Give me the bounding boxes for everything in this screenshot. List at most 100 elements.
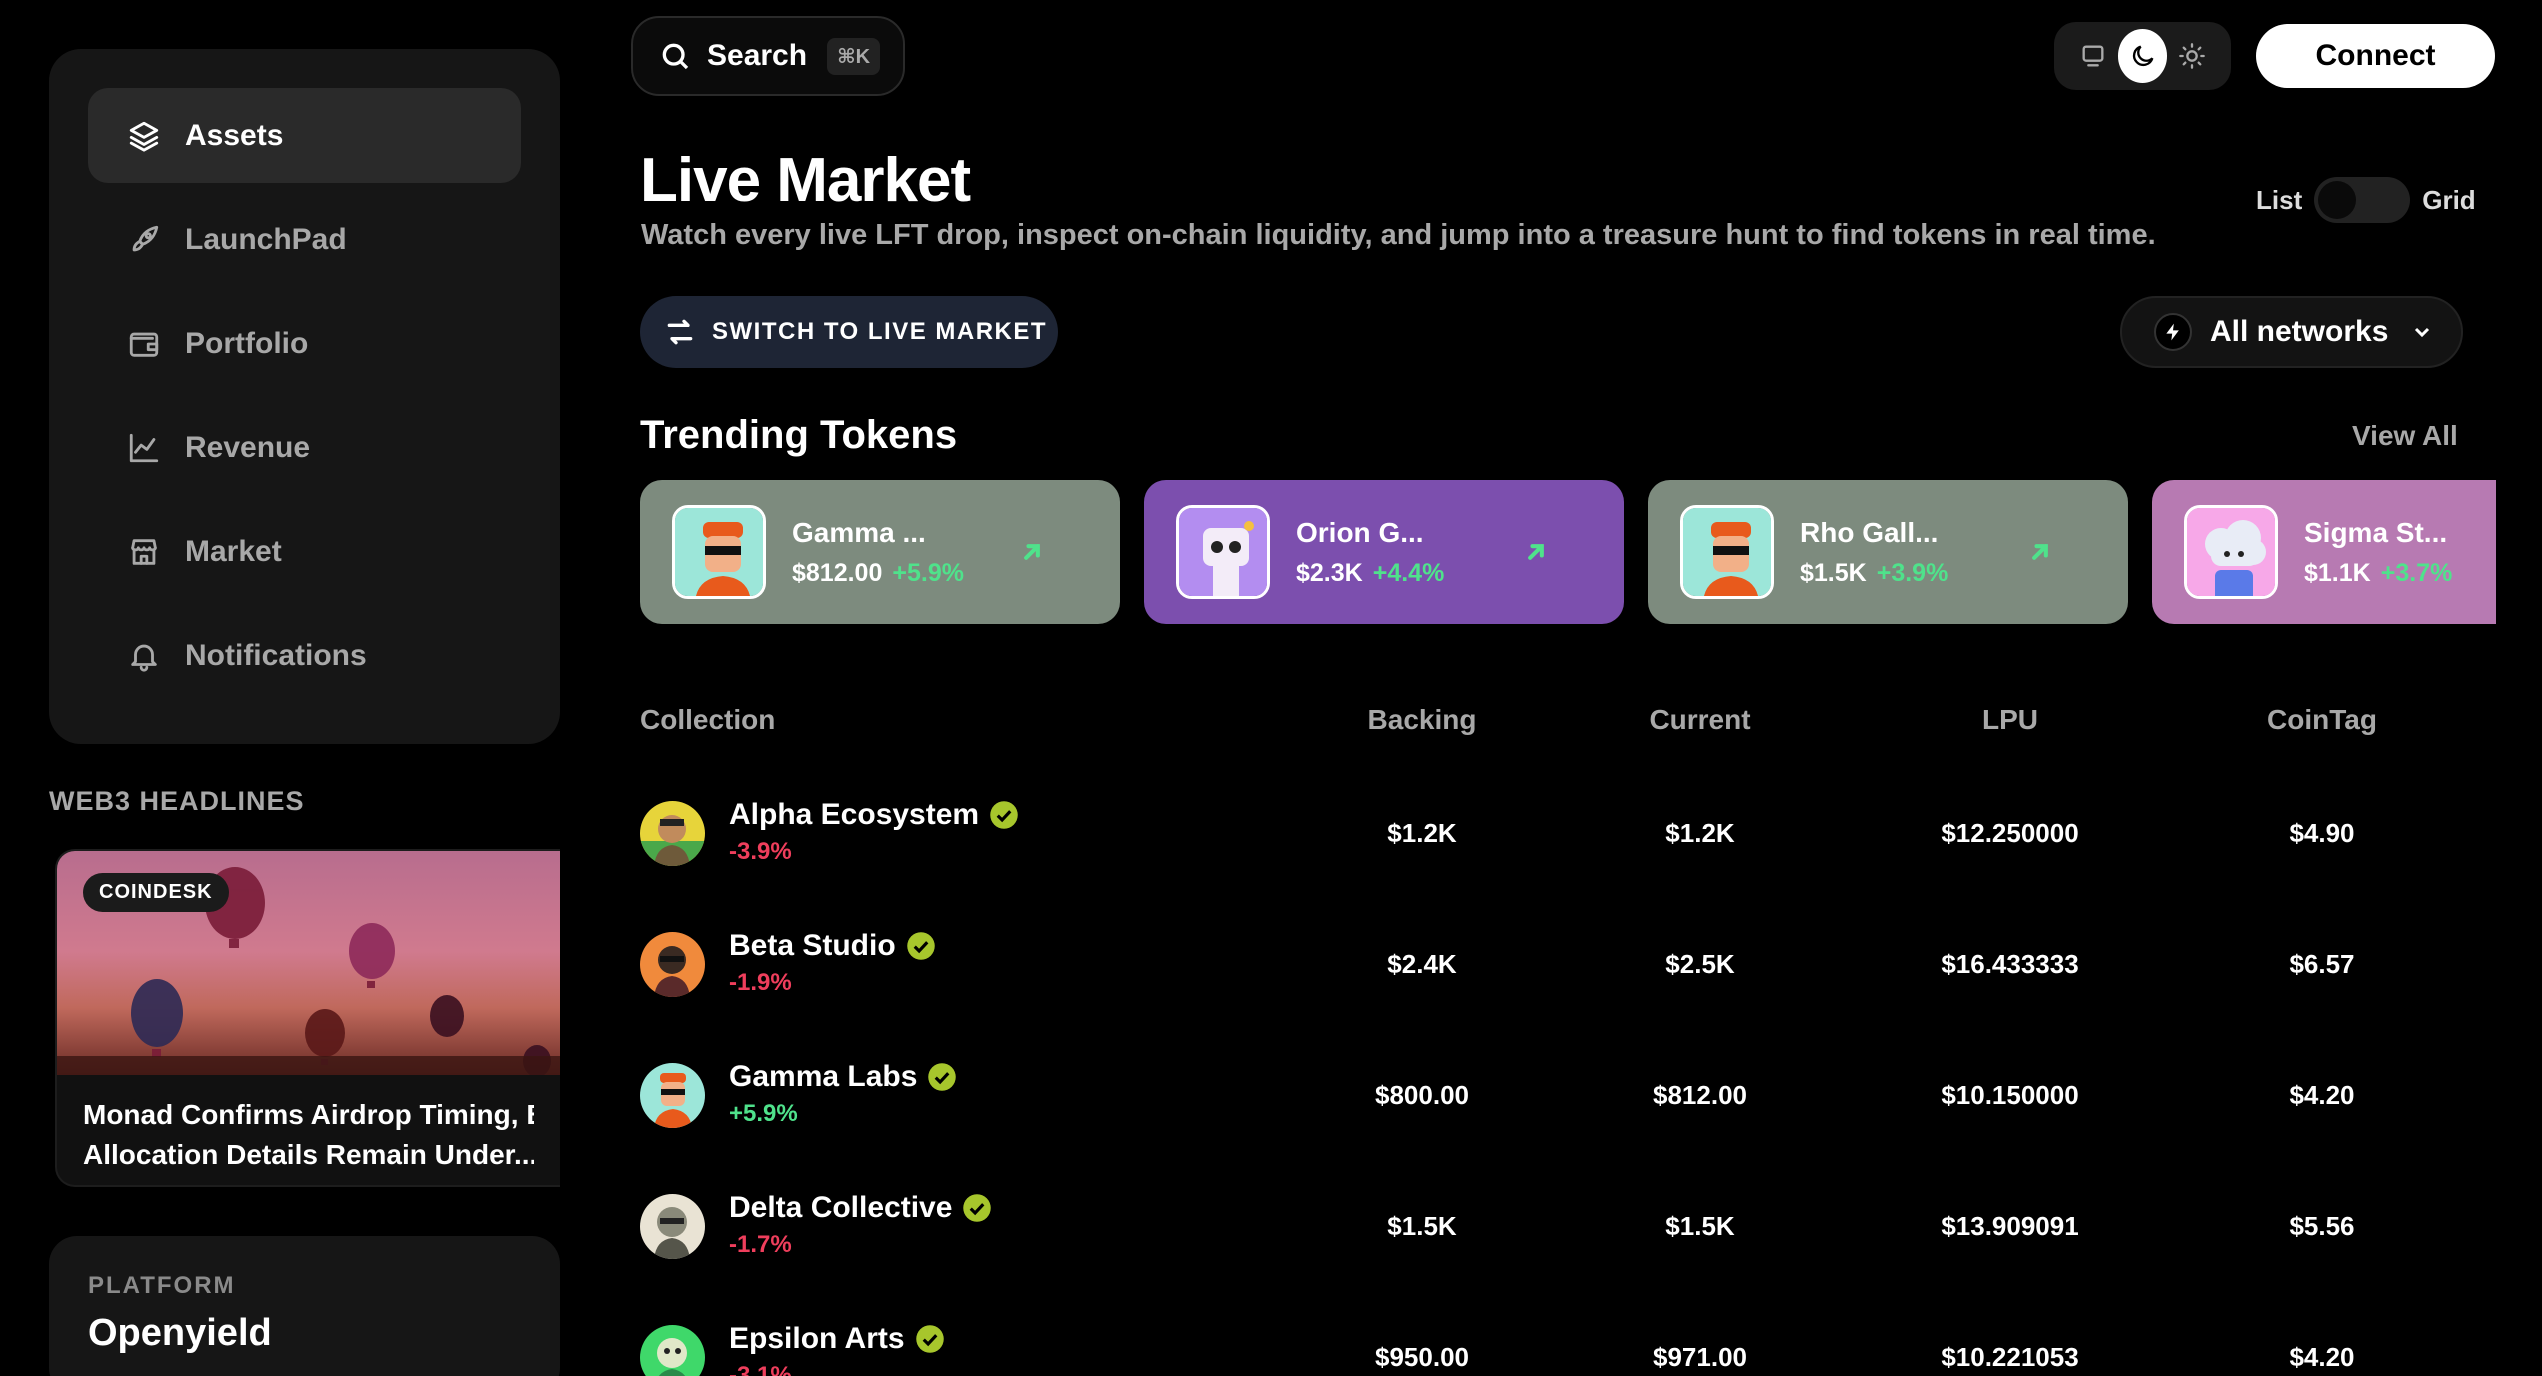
sidebar-item-revenue[interactable]: Revenue [88, 400, 521, 495]
backing-value: $1.5K [1387, 1211, 1457, 1241]
token-price: $812.00 [792, 558, 883, 587]
news-image: COINDESK [57, 851, 560, 1075]
table-row[interactable]: Beta Studio -1.9% $2.4K $2.5K $16.433333… [640, 899, 2496, 1030]
verified-icon [906, 932, 935, 960]
switch-live-market-button[interactable]: SWITCH TO LIVE MARKET [640, 296, 1058, 368]
token-change: +5.9% [892, 558, 964, 587]
lpu-value: $10.150000 [1941, 1080, 2079, 1110]
sidebar-nav: Assets LaunchPad Portfolio Revenue Marke… [49, 49, 560, 744]
token-price: $1.5K [1800, 558, 1867, 587]
sidebar-item-label: Portfolio [185, 326, 309, 360]
news-title-line: Monad Confirms Airdrop Timing, But [83, 1099, 534, 1130]
backing-value: $2.4K [1387, 949, 1457, 979]
table-row[interactable]: Epsilon Arts -3.1% $950.00 $971.00 $10.2… [640, 1292, 2496, 1376]
sidebar-item-label: Notifications [185, 638, 367, 672]
cointag-value: $6.57 [2289, 949, 2355, 979]
news-source-badge: COINDESK [83, 873, 229, 912]
trending-card[interactable]: Orion G... $2.3K +4.4% [1144, 480, 1624, 624]
view-all-link[interactable]: View All [2352, 420, 2458, 452]
lpu-value: $13.909091 [1941, 1211, 2079, 1241]
backing-value: $1.2K [1387, 818, 1457, 848]
token-avatar [672, 505, 766, 599]
token-name: Gamma ... [792, 516, 926, 548]
sidebar-item-market[interactable]: Market [88, 504, 521, 599]
collection-name: Alpha Ecosystem [729, 798, 980, 831]
column-header-cointag[interactable]: CoinTag [2202, 704, 2442, 736]
table-row[interactable]: Gamma Labs +5.9% $800.00 $812.00 $10.150… [640, 1030, 2496, 1161]
cointag-value: $4.90 [2289, 818, 2355, 848]
rocket-icon [127, 223, 161, 257]
search-button[interactable]: Search ⌘K [631, 16, 905, 96]
sun-icon [2179, 43, 2206, 69]
theme-system-button[interactable] [2068, 29, 2118, 83]
collection-change: -1.7% [729, 1231, 792, 1258]
sidebar-item-label: LaunchPad [185, 222, 347, 256]
news-title[interactable]: Monad Confirms Airdrop Timing, But Alloc… [57, 1075, 560, 1185]
token-change: +3.7% [2380, 558, 2453, 587]
platform-card: PLATFORM Openyield [49, 1236, 560, 1376]
news-card[interactable]: COINDESK Monad Confirms Airdrop Timing, … [55, 849, 560, 1187]
theme-dark-button[interactable] [2117, 29, 2168, 83]
theme-toggle [2054, 22, 2231, 90]
current-value: $971.00 [1653, 1342, 1747, 1372]
sidebar-item-label: Assets [185, 118, 284, 152]
view-switch[interactable] [2314, 177, 2411, 223]
sidebar-item-launchpad[interactable]: LaunchPad [88, 192, 521, 287]
collection-avatar [640, 1325, 705, 1376]
network-select[interactable]: All networks [2120, 296, 2463, 368]
page-title: Live Market [640, 146, 971, 215]
column-header-lpu[interactable]: LPU [1890, 704, 2130, 736]
verified-icon [990, 801, 1018, 829]
sidebar-item-portfolio[interactable]: Portfolio [88, 296, 521, 391]
view-toggle: List Grid [2256, 177, 2476, 223]
collection-avatar [640, 1063, 705, 1128]
chart-line-icon [127, 431, 161, 465]
monitor-icon [2082, 45, 2104, 67]
token-avatar [1680, 505, 1774, 599]
theme-light-button[interactable] [2167, 29, 2217, 83]
table-row[interactable]: Delta Collective -1.7% $1.5K $1.5K $13.9… [640, 1161, 2496, 1292]
token-avatar [2184, 505, 2278, 599]
cointag-value: $4.20 [2289, 1342, 2355, 1372]
collection-avatar [640, 801, 705, 866]
sidebar-item-label: Revenue [185, 430, 311, 464]
trending-card[interactable]: Gamma ... $812.00 +5.9% [640, 480, 1120, 624]
view-grid-label: Grid [2422, 184, 2476, 215]
column-header-backing[interactable]: Backing [1302, 704, 1542, 736]
connect-button[interactable]: Connect [2256, 24, 2495, 88]
view-list-label: List [2256, 184, 2303, 215]
arrow-up-right-icon [1528, 544, 1544, 560]
token-name: Sigma St... [2304, 516, 2448, 548]
collection-change: +5.9% [729, 1100, 798, 1127]
token-price: $2.3K [1296, 558, 1363, 587]
token-name: Orion G... [1296, 516, 1424, 548]
sidebar-item-assets[interactable]: Assets [88, 88, 521, 183]
collection-change: -3.9% [729, 838, 792, 865]
store-icon [127, 535, 161, 569]
collection-name: Beta Studio [729, 929, 896, 962]
column-header-collection[interactable]: Collection [640, 704, 775, 736]
trending-card[interactable]: Sigma St... $1.1K +3.7% [2152, 480, 2496, 624]
arrow-up-right-icon [1024, 544, 1040, 560]
platform-name: Openyield [88, 1312, 272, 1354]
collection-avatar [640, 932, 705, 997]
token-name: Rho Gall... [1800, 516, 1939, 548]
layers-icon [127, 119, 161, 153]
bell-icon [127, 639, 161, 673]
token-change: +4.4% [1372, 558, 1445, 587]
collection-name: Epsilon Arts [729, 1322, 905, 1355]
verified-icon [915, 1325, 944, 1353]
table-row[interactable]: Alpha Ecosystem -3.9% $1.2K $1.2K $12.25… [640, 768, 2496, 899]
sidebar-item-notifications[interactable]: Notifications [88, 608, 521, 703]
arrow-up-right-icon [2032, 544, 2048, 560]
cointag-value: $4.20 [2289, 1080, 2355, 1110]
verified-icon [963, 1194, 992, 1222]
current-value: $1.2K [1665, 818, 1735, 848]
collection-name: Delta Collective [729, 1191, 953, 1224]
swap-arrows-icon [667, 319, 693, 345]
column-header-current[interactable]: Current [1580, 704, 1820, 736]
current-value: $812.00 [1653, 1080, 1747, 1110]
lightning-icon [2154, 313, 2192, 351]
wallet-icon [127, 327, 161, 361]
trending-card[interactable]: Rho Gall... $1.5K +3.9% [1648, 480, 2128, 624]
